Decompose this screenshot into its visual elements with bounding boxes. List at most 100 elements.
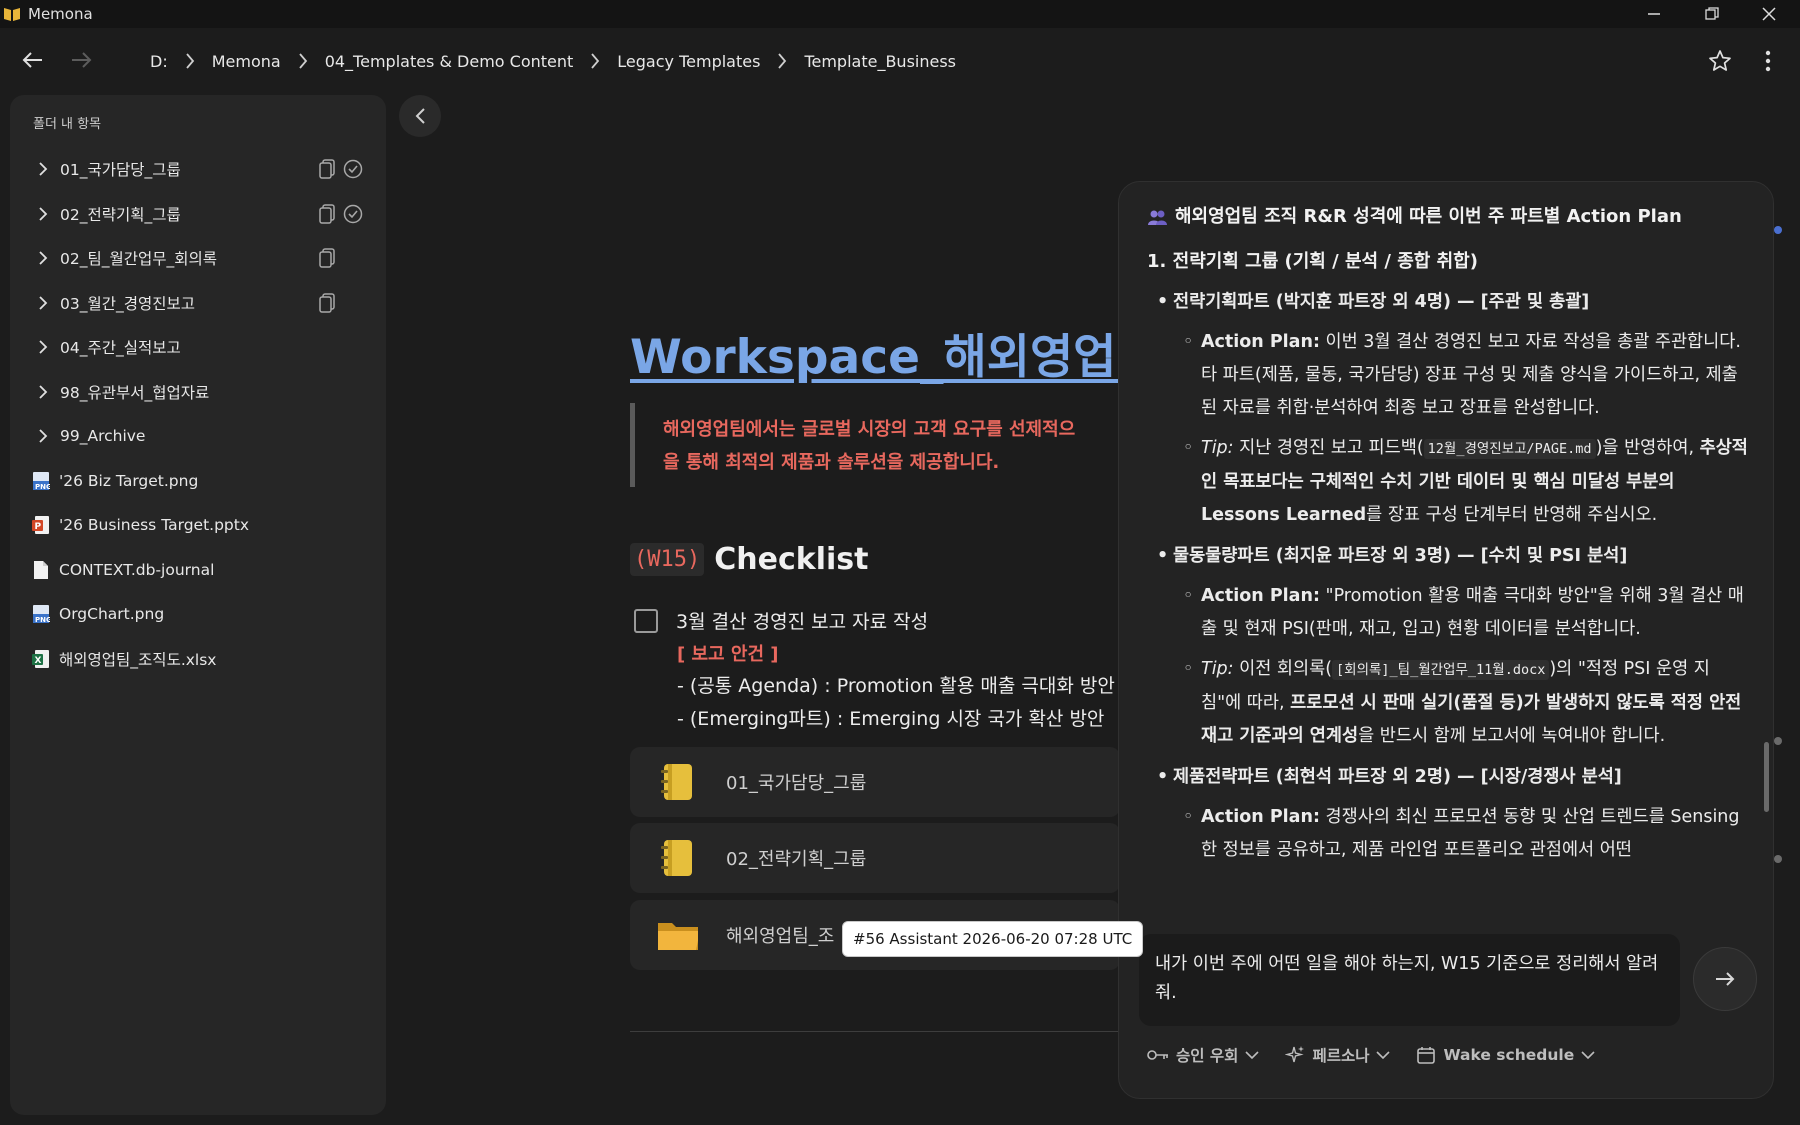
page-title[interactable]: Workspace_해외영업팀 (630, 318, 1120, 387)
back-arrow-icon[interactable] (17, 44, 49, 76)
wake-schedule-dropdown[interactable]: Wake schedule (1416, 1045, 1595, 1065)
forward-arrow-icon[interactable] (65, 44, 97, 76)
chat-message: 해외영업팀 조직 R&R 성격에 따른 이번 주 파트별 Action Plan… (1147, 200, 1749, 918)
approval-bypass-dropdown[interactable]: 승인 우회 (1147, 1044, 1260, 1066)
chevron-right-icon[interactable] (34, 294, 52, 312)
linked-page-card[interactable]: 02_전략기획_그룹 (630, 823, 1120, 893)
sidebar-folder-item[interactable]: 03_월간_경영진보고 (10, 281, 386, 326)
chevron-right-icon[interactable] (34, 383, 52, 401)
sidebar-folder-item[interactable]: 99_Archive (10, 414, 386, 459)
sidebar-item-label: 01_국가담당_그룹 (60, 161, 181, 180)
tip-label: Tip: (1201, 438, 1234, 458)
chevron-right-icon[interactable] (34, 338, 52, 356)
file-reference[interactable]: [회의록]_팀_월간업무_11월.docx (1332, 660, 1550, 680)
chevron-down-icon (1581, 1051, 1595, 1060)
document-icon (31, 560, 51, 580)
chat-heading: 해외영업팀 조직 R&R 성격에 따른 이번 주 파트별 Action Plan (1147, 200, 1749, 233)
sidebar-file-item[interactable]: X 해외영업팀_조직도.xlsx (10, 637, 386, 682)
persona-dropdown[interactable]: 페르소나 (1285, 1044, 1391, 1066)
card-label: 02_전략기획_그룹 (726, 849, 867, 870)
checkbox[interactable] (634, 608, 658, 633)
scroll-marker[interactable] (1774, 855, 1782, 863)
sidebar-file-item[interactable]: PNG OrgChart.png (10, 592, 386, 637)
sidebar-folder-item[interactable]: 98_유관부서_협업자료 (10, 370, 386, 415)
scroll-marker[interactable] (1774, 226, 1782, 234)
people-icon (1147, 208, 1167, 226)
tip-text: )을 반영하여, (1595, 438, 1700, 458)
scroll-marker[interactable] (1774, 737, 1782, 745)
sidebar-folder-item[interactable]: 02_팀_월간업무_회의록 (10, 236, 386, 281)
report-agenda-label: [ 보고 안건 ] (677, 644, 779, 665)
chevron-left-icon (415, 108, 425, 124)
sidebar-item-label: CONTEXT.db-journal (59, 560, 215, 579)
sidebar-item-label: 03_월간_경영진보고 (60, 294, 196, 313)
persona-label: 페르소나 (1312, 1047, 1370, 1065)
restore-icon[interactable] (1684, 0, 1740, 28)
breadcrumb-item[interactable]: 04_Templates & Demo Content (321, 52, 578, 71)
sidebar-item-label: 99_Archive (60, 427, 146, 446)
sidebar-file-item[interactable]: CONTEXT.db-journal (10, 548, 386, 593)
chat-input[interactable]: 내가 이번 주에 어떤 일을 해야 하는지, W15 기준으로 정리해서 알려 … (1139, 934, 1680, 1026)
agenda-line: - (공통 Agenda) : Promotion 활용 매출 극대화 방안 (677, 675, 1115, 697)
message-tooltip: #56 Assistant 2026-06-20 07:28 UTC (842, 921, 1144, 957)
chevron-right-icon[interactable] (34, 205, 52, 223)
chat-heading-text: 해외영업팀 조직 R&R 성격에 따른 이번 주 파트별 Action Plan (1175, 206, 1682, 227)
notebook-icon (656, 761, 698, 803)
check-circle-icon[interactable] (343, 159, 363, 179)
star-icon[interactable] (1705, 46, 1735, 76)
send-button[interactable] (1693, 947, 1757, 1011)
tip-text: 이전 회의록( (1233, 659, 1333, 679)
breadcrumb: D: Memona 04_Templates & Demo Content Le… (146, 48, 960, 74)
action-plan-label: Action Plan: (1201, 807, 1320, 827)
tip-text: 를 장표 구성 단계부터 반영해 주십시오. (1366, 505, 1658, 525)
copy-icon[interactable] (317, 203, 337, 224)
copy-icon[interactable] (317, 248, 337, 268)
approval-bypass-label: 승인 우회 (1176, 1047, 1239, 1065)
part-title: 제품전략파트 (최현석 파트장 외 2명) — [시장/경쟁사 분석] (1147, 761, 1749, 794)
sidebar: 폴더 내 항목 01_국가담당_그룹 02_전략기획_그룹 02_팀_월간업무_… (10, 95, 386, 1115)
quote-block: 해외영업팀에서는 글로벌 시장의 고객 요구를 선제적으 을 통해 최적의 제품… (630, 403, 1120, 487)
card-label: 해외영업팀_조 (726, 926, 835, 947)
quote-text: 을 통해 최적의 제품과 솔루션을 제공합니다. (663, 452, 1000, 473)
arrow-right-icon (1716, 972, 1735, 986)
copy-icon[interactable] (317, 159, 337, 179)
action-plan-label: Action Plan: (1201, 332, 1320, 352)
sidebar-folder-item[interactable]: 04_주간_실적보고 (10, 325, 386, 370)
sidebar-folder-item[interactable]: 01_국가담당_그룹 (10, 147, 386, 192)
chevron-right-icon[interactable] (34, 427, 52, 445)
check-circle-icon[interactable] (343, 204, 363, 224)
tip-text: 지난 경영진 보고 피드백( (1233, 438, 1424, 458)
quote-text: 해외영업팀에서는 글로벌 시장의 고객 요구를 선제적으 (663, 419, 1076, 440)
close-icon[interactable] (1741, 0, 1797, 28)
title-bar: Memona (0, 0, 1800, 28)
divider (630, 1031, 1120, 1032)
svg-text:P: P (35, 522, 42, 532)
sidebar-folder-item[interactable]: 02_전략기획_그룹 (10, 192, 386, 237)
copy-icon[interactable] (317, 292, 337, 313)
sidebar-item-label: 02_전략기획_그룹 (60, 205, 181, 224)
chevron-right-icon[interactable] (34, 160, 52, 178)
chevron-right-icon[interactable] (34, 249, 52, 267)
sidebar-item-label: 04_주간_실적보고 (60, 339, 181, 358)
breadcrumb-item[interactable]: Legacy Templates (613, 52, 764, 71)
sidebar-file-item[interactable]: PNG '26 Biz Target.png (10, 459, 386, 504)
file-reference[interactable]: 12월_경영진보고/PAGE.md (1423, 439, 1596, 459)
svg-text:PNG: PNG (35, 483, 50, 491)
part-title: 전략기획파트 (박지훈 파트장 외 4명) — [주관 및 총괄] (1147, 286, 1749, 319)
chevron-right-icon (577, 52, 613, 70)
breadcrumb-item[interactable]: Template_Business (800, 52, 960, 71)
week-tag: (W15) (630, 543, 705, 576)
more-vertical-icon[interactable] (1753, 46, 1783, 76)
sidebar-file-item[interactable]: P '26 Business Target.pptx (10, 503, 386, 548)
breadcrumb-item[interactable]: D: (146, 52, 172, 71)
sidebar-item-label: 98_유관부서_협업자료 (60, 383, 210, 402)
svg-text:X: X (35, 656, 42, 666)
minimize-icon[interactable] (1626, 0, 1682, 28)
collapse-sidebar-button[interactable] (399, 95, 441, 137)
action-plan-item: Action Plan: 이번 3월 결산 경영진 보고 자료 작성을 총괄 주… (1147, 326, 1749, 425)
linked-page-card[interactable]: 01_국가담당_그룹 (630, 747, 1120, 817)
sidebar-item-label: 02_팀_월간업무_회의록 (60, 250, 218, 269)
chat-scrollbar[interactable] (1764, 742, 1769, 812)
checklist-item-label: 3월 결산 경영진 보고 자료 작성 (676, 611, 929, 633)
breadcrumb-item[interactable]: Memona (208, 52, 285, 71)
